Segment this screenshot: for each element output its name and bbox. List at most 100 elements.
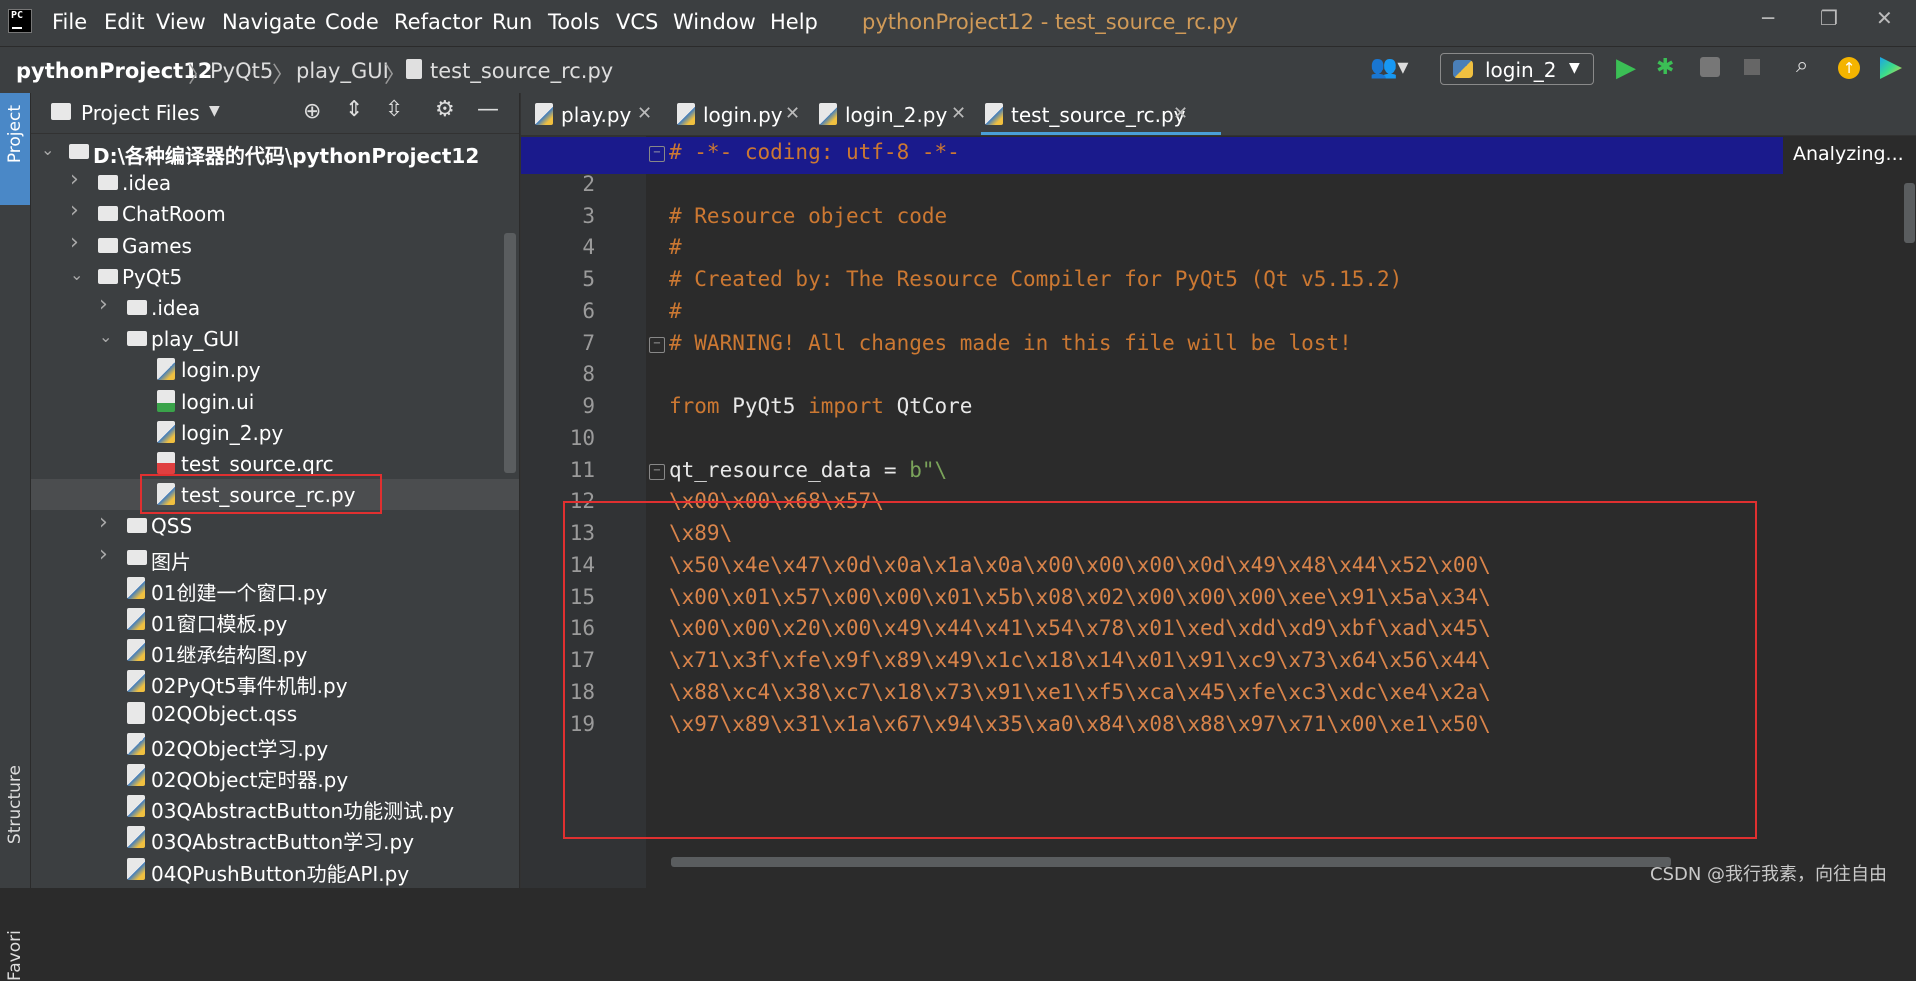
chevron-down-icon[interactable]: ⌄: [41, 140, 54, 159]
tree-item[interactable]: 02QObject学习.py: [31, 729, 519, 761]
horizontal-scrollbar[interactable]: [671, 857, 1671, 867]
tab-test_source_rc-py[interactable]: test_source_rc.py ✕: [977, 93, 1217, 135]
search-icon[interactable]: ⌕: [1796, 53, 1808, 78]
tree-item[interactable]: 01创建一个窗口.py: [31, 573, 519, 605]
jetbrains-logo-icon[interactable]: [1880, 57, 1902, 79]
tree-item[interactable]: ⌄ play_GUI: [31, 323, 519, 354]
tab-login_2-py[interactable]: login_2.py ✕: [811, 93, 971, 135]
locate-icon[interactable]: ⊕: [303, 99, 321, 124]
menu-navigate[interactable]: Navigate: [222, 10, 316, 34]
tree-item[interactable]: › Games: [31, 230, 519, 261]
code-line[interactable]: # WARNING! All changes made in this file…: [669, 331, 1352, 355]
menu-file[interactable]: File: [52, 10, 87, 34]
fold-marker-icon[interactable]: −: [649, 463, 665, 480]
tree-item[interactable]: 02PyQt5事件机制.py: [31, 666, 519, 698]
tree-item[interactable]: 04QPushButton功能API.py: [31, 854, 519, 886]
menu-view[interactable]: View: [156, 10, 206, 34]
menu-tools[interactable]: Tools: [548, 10, 600, 34]
breadcrumb-file[interactable]: test_source_rc.py: [430, 59, 613, 83]
menu-edit[interactable]: Edit: [104, 10, 145, 34]
structure-tool-tab[interactable]: Structure: [5, 765, 25, 844]
close-tab-icon[interactable]: ✕: [1173, 103, 1188, 124]
chevron-right-icon[interactable]: ›: [70, 167, 79, 192]
tree-item[interactable]: 02QObject定时器.py: [31, 760, 519, 792]
tree-item[interactable]: 02QObject.qss: [31, 698, 519, 729]
code-line[interactable]: from PyQt5 import QtCore: [669, 394, 972, 418]
chevron-right-icon[interactable]: ›: [70, 198, 79, 223]
close-tab-icon[interactable]: ✕: [637, 103, 652, 124]
tree-scrollbar[interactable]: [504, 233, 516, 473]
coverage-icon[interactable]: [1700, 57, 1720, 77]
hide-panel-icon[interactable]: —: [477, 97, 499, 122]
project-view-selector[interactable]: Project Files: [81, 101, 200, 125]
menu-window[interactable]: Window: [673, 10, 756, 34]
resource-data-highlight: [563, 501, 1757, 839]
code-line[interactable]: # -*- coding: utf-8 -*-: [669, 140, 960, 164]
code-line[interactable]: # Created by: The Resource Compiler for …: [669, 267, 1402, 291]
tree-item[interactable]: 01继承结构图.py: [31, 635, 519, 667]
code-line[interactable]: #: [669, 299, 682, 323]
chevron-down-icon[interactable]: ⌄: [99, 327, 112, 346]
stop-icon[interactable]: [1744, 59, 1760, 75]
collapse-all-icon[interactable]: ⇳: [385, 97, 403, 122]
tree-item[interactable]: ⌄ D:\各种编译器的代码\pythonProject12: [31, 136, 519, 168]
update-icon[interactable]: ↑: [1838, 57, 1860, 79]
tree-item[interactable]: login.py: [31, 354, 519, 385]
project-tool-tab[interactable]: Project: [0, 93, 30, 205]
tree-item[interactable]: 03QAbstractButton功能测试.py: [31, 791, 519, 823]
tree-item[interactable]: › ChatRoom: [31, 198, 519, 229]
fold-marker-icon[interactable]: −: [649, 146, 665, 162]
gear-icon[interactable]: ⚙: [435, 97, 455, 122]
run-configuration-select[interactable]: login_2 ▼: [1440, 53, 1594, 85]
breadcrumb-play-gui[interactable]: play_GUI: [296, 59, 389, 83]
tree-item[interactable]: › 图片: [31, 542, 519, 574]
run-icon[interactable]: ▶: [1616, 53, 1636, 83]
line-number: 9: [582, 394, 595, 418]
tree-item-label: 01窗口模板.py: [151, 612, 288, 636]
tree-item-label: .idea: [122, 171, 172, 196]
close-window-icon[interactable]: ✕: [1876, 6, 1893, 30]
tab-login-py[interactable]: login.py ✕: [669, 93, 805, 135]
chevron-down-icon[interactable]: ▼: [209, 103, 220, 119]
code-line[interactable]: qt_resource_data = b"\: [669, 458, 947, 482]
chevron-right-icon[interactable]: ›: [99, 292, 108, 317]
tree-item[interactable]: 01窗口模板.py: [31, 604, 519, 636]
tree-item[interactable]: 03QAbstractButton学习.py: [31, 822, 519, 854]
python-file-icon: [127, 732, 145, 755]
breadcrumb-pyqt5[interactable]: PyQt5: [210, 59, 273, 83]
user-account-icon[interactable]: 👥▾: [1370, 55, 1408, 80]
menu-code[interactable]: Code: [325, 10, 379, 34]
chevron-down-icon[interactable]: ⌄: [70, 265, 83, 284]
close-tab-icon[interactable]: ✕: [951, 103, 966, 124]
close-tab-icon[interactable]: ✕: [785, 103, 800, 124]
restore-icon[interactable]: ❐: [1820, 6, 1838, 30]
code-token: qt_resource_data =: [669, 457, 910, 482]
tree-item[interactable]: › .idea: [31, 167, 519, 198]
vertical-scrollbar[interactable]: [1904, 183, 1915, 243]
code-line[interactable]: # Resource object code: [669, 204, 947, 228]
line-number: 11: [569, 457, 595, 482]
menu-vcs[interactable]: VCS: [616, 10, 658, 34]
breadcrumb-project[interactable]: pythonProject12: [16, 59, 212, 83]
tab-play-py[interactable]: play.py ✕: [527, 93, 663, 135]
chevron-right-icon[interactable]: ›: [99, 510, 108, 535]
breadcrumb-separator-icon: 〉: [384, 63, 407, 88]
tree-item[interactable]: › QSS: [31, 510, 519, 541]
minimize-icon[interactable]: ─: [1762, 6, 1774, 30]
chevron-right-icon[interactable]: ›: [70, 230, 79, 255]
tree-item[interactable]: › .idea: [31, 292, 519, 323]
expand-all-icon[interactable]: ⇕: [345, 97, 363, 122]
code-line[interactable]: #: [669, 235, 682, 259]
menu-refactor[interactable]: Refactor: [394, 10, 482, 34]
chevron-right-icon[interactable]: ›: [99, 542, 108, 567]
debug-icon[interactable]: ✱: [1656, 55, 1674, 80]
fold-marker-icon[interactable]: −: [649, 336, 665, 353]
python-file-icon: [127, 670, 145, 693]
tree-item[interactable]: login.ui: [31, 386, 519, 417]
tree-item[interactable]: login_2.py: [31, 417, 519, 448]
tree-item[interactable]: ⌄ PyQt5: [31, 261, 519, 292]
menu-help[interactable]: Help: [770, 10, 818, 34]
tab-label: play.py: [561, 103, 632, 127]
favorites-tool-tab[interactable]: Favorites: [5, 931, 25, 981]
menu-run[interactable]: Run: [492, 10, 532, 34]
